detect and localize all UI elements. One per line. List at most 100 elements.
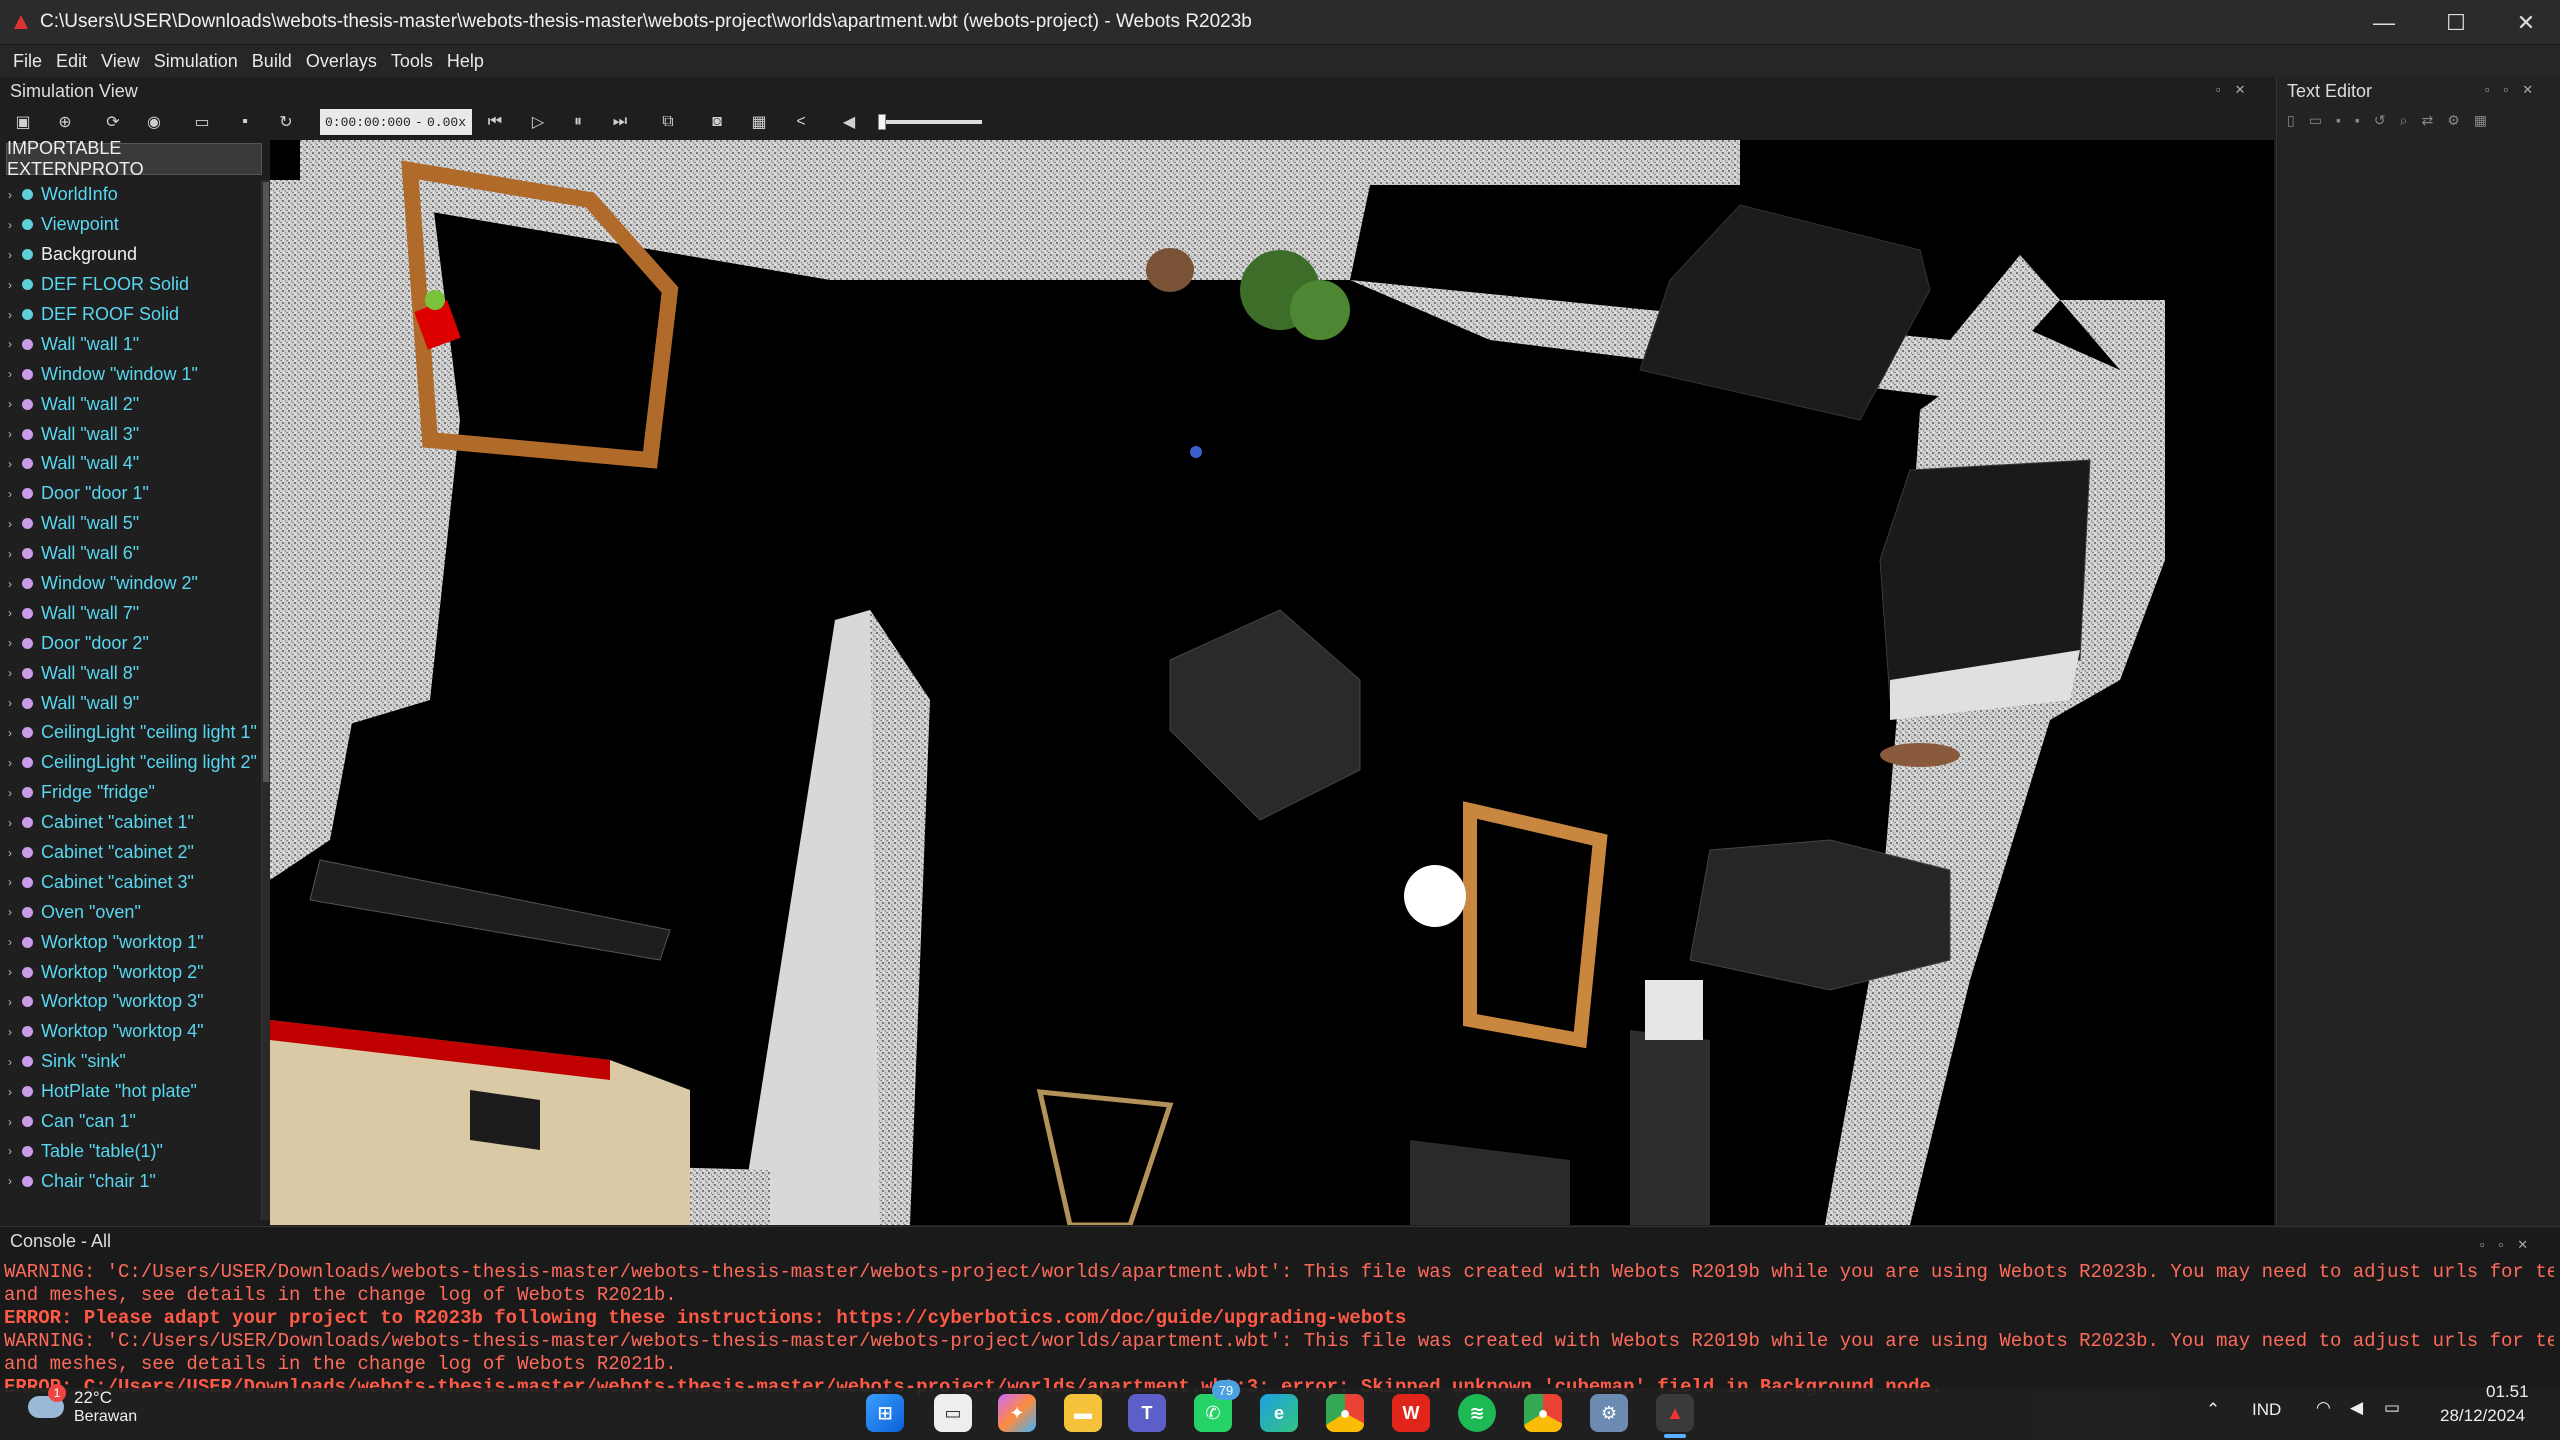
scene-tree-item[interactable]: › Door "door 1" <box>0 479 261 509</box>
scene-tree-item[interactable]: › Wall "wall 7" <box>0 598 261 628</box>
save-file-icon[interactable]: ▪ <box>2336 112 2341 129</box>
scene-tree-scroll-thumb[interactable] <box>263 182 269 782</box>
start-windows-icon[interactable]: ⊞ <box>866 1394 904 1432</box>
scene-tree-item[interactable]: › DEF ROOF Solid <box>0 300 261 330</box>
save-world-icon[interactable]: ▪ <box>232 109 258 135</box>
chevron-right-icon[interactable]: › <box>8 487 22 501</box>
scene-tree-item[interactable]: › Wall "wall 2" <box>0 389 261 419</box>
chevron-right-icon[interactable]: › <box>8 726 22 740</box>
open-world-icon[interactable]: ▭ <box>189 109 215 135</box>
chevron-right-icon[interactable]: › <box>8 457 22 471</box>
chevron-right-icon[interactable]: › <box>8 367 22 381</box>
chevron-right-icon[interactable]: › <box>8 666 22 680</box>
scene-tree-item[interactable]: › Background <box>0 240 261 270</box>
minimize-button[interactable]: — <box>2348 0 2420 45</box>
scene-tree-item[interactable]: › CeilingLight "ceiling light 2" <box>0 748 261 778</box>
chrome-profile-icon[interactable]: ● <box>1524 1394 1562 1432</box>
scene-tree-scrollbar[interactable] <box>262 180 270 1220</box>
restore-icon[interactable]: ▫ <box>2504 82 2509 98</box>
chevron-right-icon[interactable]: › <box>8 547 22 561</box>
scene-tree-item[interactable]: › Wall "wall 1" <box>0 329 261 359</box>
scene-tree-item[interactable]: › Fridge "fridge" <box>0 778 261 808</box>
chevron-right-icon[interactable]: › <box>8 1144 22 1158</box>
scene-tree-toggle-icon[interactable]: ▣ <box>10 109 36 135</box>
chevron-right-icon[interactable]: › <box>8 308 22 322</box>
menu-build[interactable]: Build <box>245 51 299 72</box>
scene-tree-item[interactable]: › Worktop "worktop 3" <box>0 987 261 1017</box>
menu-edit[interactable]: Edit <box>49 51 94 72</box>
clock-date[interactable]: 28/12/2024 <box>2440 1406 2525 1426</box>
scene-tree-item[interactable]: › Wall "wall 6" <box>0 539 261 569</box>
tray-chevron-icon[interactable]: ⌃ <box>2206 1400 2220 1420</box>
scene-tree-item[interactable]: › Wall "wall 3" <box>0 419 261 449</box>
reset-simulation-icon[interactable]: ↻ <box>273 109 299 135</box>
reload-world-icon[interactable]: ⟳ <box>100 109 126 135</box>
chevron-right-icon[interactable]: › <box>8 248 22 262</box>
save-all-icon[interactable]: ▪ <box>2355 112 2360 129</box>
scene-tree-item[interactable]: › Oven "oven" <box>0 897 261 927</box>
scene-tree-item[interactable]: › Worktop "worktop 4" <box>0 1017 261 1047</box>
3d-simulation-view[interactable] <box>270 140 2274 1225</box>
chevron-right-icon[interactable]: › <box>8 786 22 800</box>
chevron-right-icon[interactable]: › <box>8 278 22 292</box>
menu-file[interactable]: File <box>6 51 49 72</box>
chevron-right-icon[interactable]: › <box>8 965 22 979</box>
volume-icon[interactable]: ◀ <box>2350 1398 2363 1418</box>
scene-tree-item[interactable]: › Sink "sink" <box>0 1047 261 1077</box>
chevron-right-icon[interactable]: › <box>8 337 22 351</box>
close-panel-icon[interactable]: ✕ <box>2522 82 2533 98</box>
scene-tree-item[interactable]: › Cabinet "cabinet 2" <box>0 838 261 868</box>
copilot-icon[interactable]: ✦ <box>998 1394 1036 1432</box>
chevron-right-icon[interactable]: › <box>8 756 22 770</box>
scene-tree-item[interactable]: › DEF FLOOR Solid <box>0 270 261 300</box>
menu-help[interactable]: Help <box>440 51 491 72</box>
chrome-icon[interactable]: ● <box>1326 1394 1364 1432</box>
chevron-right-icon[interactable]: › <box>8 1085 22 1099</box>
chevron-right-icon[interactable]: › <box>8 905 22 919</box>
wps-office-icon[interactable]: W <box>1392 1394 1430 1432</box>
menu-view[interactable]: View <box>94 51 147 72</box>
restore-icon[interactable]: ▫ <box>2499 1237 2504 1253</box>
chevron-right-icon[interactable]: › <box>8 188 22 202</box>
open-file-icon[interactable]: ▭ <box>2309 112 2322 129</box>
float-icon[interactable]: ▫ <box>2480 1237 2485 1253</box>
scene-tree-item[interactable]: › Cabinet "cabinet 1" <box>0 808 261 838</box>
chevron-right-icon[interactable]: › <box>8 1055 22 1069</box>
float-icon[interactable]: ▫ <box>2485 82 2490 98</box>
find-icon[interactable]: ⌕ <box>2400 112 2408 129</box>
importable-externproto-button[interactable]: IMPORTABLE EXTERNPROTO <box>6 138 262 179</box>
chevron-right-icon[interactable]: › <box>8 577 22 591</box>
scene-tree-item[interactable]: › Wall "wall 8" <box>0 658 261 688</box>
chevron-right-icon[interactable]: › <box>8 517 22 531</box>
chevron-right-icon[interactable]: › <box>8 397 22 411</box>
replace-icon[interactable]: ⇄ <box>2421 112 2433 129</box>
clock-time[interactable]: 01.51 <box>2486 1382 2529 1402</box>
print-icon[interactable]: ▦ <box>2474 112 2487 129</box>
file-explorer-icon[interactable]: ▬ <box>1064 1394 1102 1432</box>
scene-tree-item[interactable]: › Chair "chair 1" <box>0 1166 261 1196</box>
settings-app-icon[interactable]: ⚙ <box>1590 1394 1628 1432</box>
pause-icon[interactable]: ⏸ <box>565 109 591 135</box>
chevron-right-icon[interactable]: › <box>8 636 22 650</box>
scene-tree-item[interactable]: › Window "window 1" <box>0 359 261 389</box>
add-node-icon[interactable]: ⊕ <box>52 109 78 135</box>
fast-forward-icon[interactable]: ⏭ <box>607 109 633 135</box>
view-eye-icon[interactable]: ◉ <box>141 109 167 135</box>
movie-record-icon[interactable]: ▦ <box>746 109 772 135</box>
scene-tree-item[interactable]: › Worktop "worktop 2" <box>0 957 261 987</box>
new-file-icon[interactable]: ▯ <box>2287 112 2295 129</box>
play-icon[interactable]: ▷ <box>525 109 551 135</box>
screenshot-camera-icon[interactable]: ◙ <box>704 109 730 135</box>
menu-overlays[interactable]: Overlays <box>299 51 384 72</box>
chevron-right-icon[interactable]: › <box>8 218 22 232</box>
battery-icon[interactable]: ▭ <box>2384 1398 2400 1418</box>
share-icon[interactable]: < <box>788 109 814 135</box>
scene-tree-item[interactable]: › Can "can 1" <box>0 1107 261 1137</box>
scene-tree-item[interactable]: › WorldInfo <box>0 180 261 210</box>
scene-tree-item[interactable]: › Door "door 2" <box>0 628 261 658</box>
settings-icon[interactable]: ⚙ <box>2447 112 2460 129</box>
chevron-right-icon[interactable]: › <box>8 1025 22 1039</box>
wifi-icon[interactable]: ◠ <box>2316 1398 2331 1418</box>
chevron-right-icon[interactable]: › <box>8 606 22 620</box>
scene-tree-item[interactable]: › Window "window 2" <box>0 569 261 599</box>
